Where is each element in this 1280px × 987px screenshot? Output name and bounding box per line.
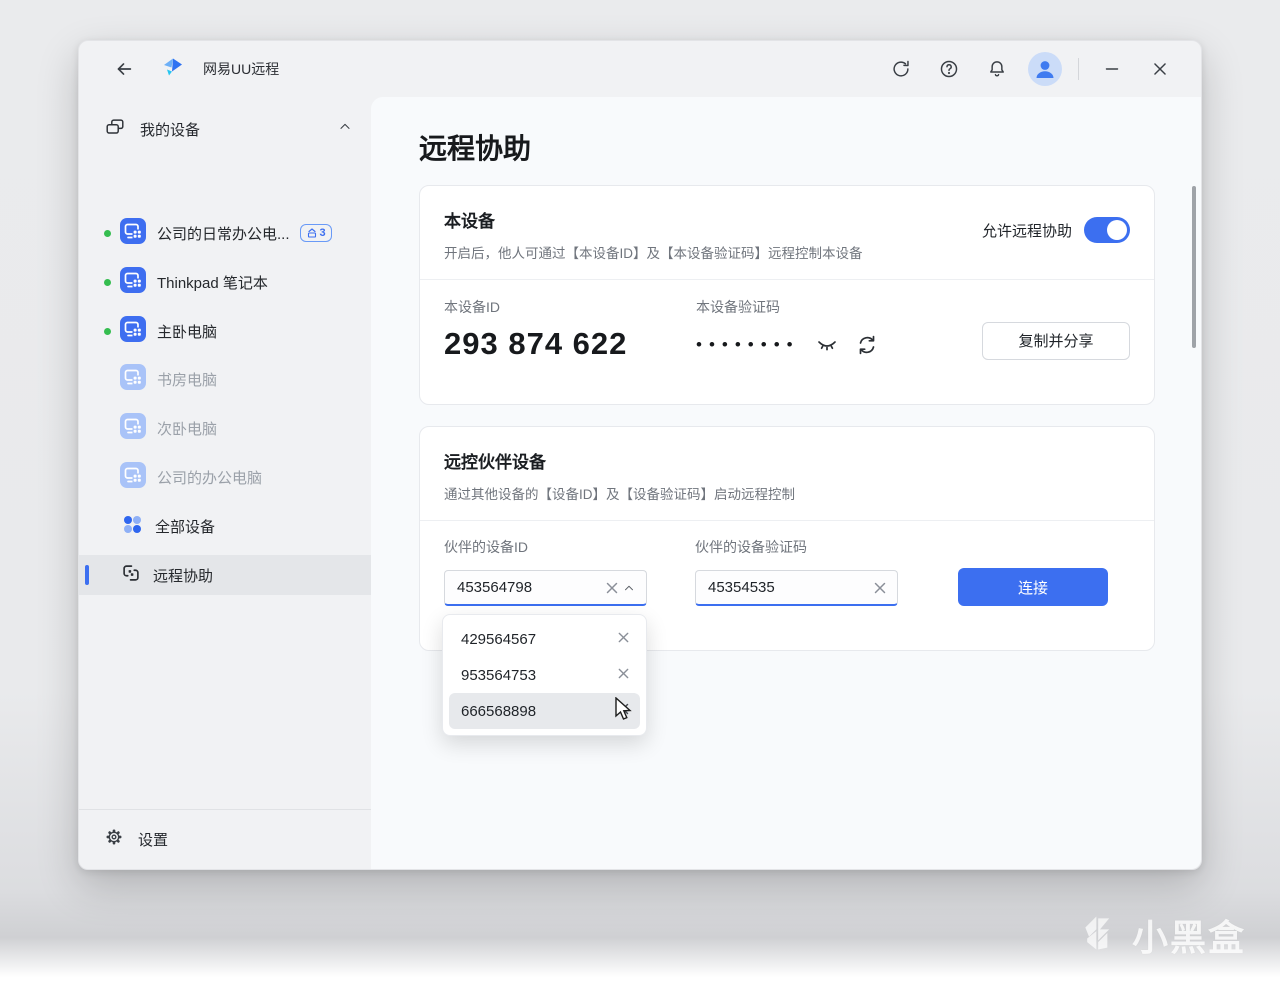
local-device-card: 本设备 开启后，他人可通过【本设备ID】及【本设备验证码】远程控制本设备 允许远… — [419, 185, 1155, 405]
sidebar: 我的设备 公司的日常办公电... 3 Thinkpad 笔记本 主卧电脑 书房电… — [79, 97, 371, 869]
history-item[interactable]: 429564567 — [449, 621, 640, 657]
local-device-description: 开启后，他人可通过【本设备ID】及【本设备验证码】远程控制本设备 — [444, 246, 863, 261]
device-icon — [120, 315, 146, 347]
gear-icon — [104, 827, 124, 852]
device-id-value: 293 874 622 — [444, 326, 628, 361]
all-devices-label: 全部设备 — [155, 518, 216, 536]
sidebar-device-item[interactable]: 主卧电脑 — [79, 311, 371, 351]
notifications-button[interactable] — [978, 52, 1016, 86]
device-name: 次卧电脑 — [157, 420, 218, 438]
sidebar-device-item[interactable]: 公司的日常办公电... 3 — [79, 213, 371, 253]
partner-id-label: 伙伴的设备ID — [444, 539, 528, 555]
mouse-cursor — [613, 696, 635, 728]
device-icon — [120, 363, 146, 395]
remove-history-icon[interactable] — [617, 631, 630, 648]
back-button[interactable] — [105, 52, 143, 86]
history-item[interactable]: 953564753 — [449, 657, 640, 693]
page-title: 远程协助 — [419, 133, 532, 164]
local-device-title: 本设备 — [444, 212, 495, 231]
device-name: 书房电脑 — [157, 371, 218, 389]
partner-code-input-wrap — [695, 570, 898, 606]
watermark-text: 小黑盒 — [1131, 917, 1246, 958]
spacer-dot — [104, 572, 111, 579]
partner-id-input[interactable] — [457, 579, 604, 596]
clear-code-icon[interactable] — [871, 578, 889, 598]
app-title: 网易UU远程 — [203, 61, 280, 77]
partner-code-label: 伙伴的设备验证码 — [695, 539, 807, 555]
regenerate-code-icon[interactable] — [854, 332, 880, 358]
device-name: 公司的日常办公电... — [157, 225, 290, 243]
refresh-button[interactable] — [882, 52, 920, 86]
offline-status-dot — [104, 425, 111, 432]
device-icon — [120, 217, 146, 249]
device-code-label: 本设备验证码 — [696, 299, 780, 315]
titlebar-separator — [1078, 58, 1079, 80]
partner-id-input-wrap — [444, 570, 647, 606]
device-icon — [120, 412, 146, 444]
sidebar-device-item[interactable]: 书房电脑 — [79, 359, 371, 399]
device-icon — [120, 266, 146, 298]
offline-status-dot — [104, 376, 111, 383]
minimize-button[interactable] — [1093, 52, 1131, 86]
help-button[interactable] — [930, 52, 968, 86]
device-name: 主卧电脑 — [157, 323, 218, 341]
device-name: 公司的办公电脑 — [157, 469, 263, 487]
sidebar-device-item[interactable]: 公司的办公电脑 — [79, 457, 371, 497]
app-window: 网易UU远程 我的设备 公司的日常办公电... 3 Thinkpad 笔记本 主… — [78, 40, 1202, 870]
spacer-dot — [104, 523, 111, 530]
offline-status-dot — [104, 474, 111, 481]
online-status-dot — [104, 229, 111, 237]
app-logo-icon — [161, 55, 185, 84]
sidebar-item-settings[interactable]: 设置 — [79, 809, 371, 869]
history-id: 953564753 — [461, 666, 537, 684]
history-id: 429564567 — [461, 630, 537, 648]
account-avatar[interactable] — [1026, 52, 1064, 86]
desktop-background: 小黑盒 网易UU远程 我的设备 公司的日常办公电... 3 Thinkpad 笔… — [0, 0, 1280, 987]
clear-id-icon[interactable] — [604, 578, 620, 598]
my-devices-label: 我的设备 — [140, 121, 201, 139]
toggle-knob — [1107, 220, 1127, 240]
partner-code-input[interactable] — [708, 579, 871, 596]
my-devices-icon — [104, 116, 126, 143]
copy-share-button[interactable]: 复制并分享 — [982, 321, 1130, 360]
allow-remote-assist-toggle[interactable] — [1084, 217, 1130, 243]
screen-count-badge: 3 — [299, 224, 332, 242]
sidebar-item-all-devices[interactable]: 全部设备 — [79, 506, 371, 546]
online-status-dot — [104, 278, 111, 286]
sidebar-item-remote-assist[interactable]: 远程协助 — [79, 555, 371, 595]
sidebar-device-item[interactable]: Thinkpad 笔记本 — [79, 262, 371, 302]
remote-assist-icon — [120, 562, 142, 589]
avatar-icon — [1028, 52, 1062, 86]
all-devices-icon — [120, 512, 144, 541]
remote-assist-label: 远程协助 — [153, 567, 214, 585]
chevron-up-icon[interactable] — [620, 578, 638, 598]
close-button[interactable] — [1141, 52, 1179, 86]
sidebar-device-item[interactable]: 次卧电脑 — [79, 408, 371, 448]
history-item-hovered[interactable]: 666568898 — [449, 693, 640, 729]
watermark: 小黑盒 — [1078, 909, 1246, 961]
allow-remote-assist-label: 允许远程协助 — [981, 222, 1072, 240]
eye-closed-icon[interactable] — [814, 332, 840, 358]
connect-button[interactable]: 连接 — [958, 568, 1108, 606]
remove-history-icon[interactable] — [617, 667, 630, 684]
device-id-label: 本设备ID — [444, 299, 500, 315]
settings-label: 设置 — [138, 832, 169, 849]
device-icon — [120, 461, 146, 493]
collapse-chevron-icon[interactable] — [337, 119, 353, 140]
screens-icon — [307, 228, 316, 238]
titlebar: 网易UU远程 — [79, 41, 1201, 97]
masked-code: •••••••• — [696, 335, 800, 354]
online-status-dot — [104, 327, 111, 335]
partner-card-description: 通过其他设备的【设备ID】及【设备验证码】启动远程控制 — [444, 487, 795, 502]
main-panel: 远程协助 本设备 开启后，他人可通过【本设备ID】及【本设备验证码】远程控制本设… — [371, 97, 1201, 869]
history-id: 666568898 — [461, 702, 537, 720]
sidebar-group-my-devices[interactable]: 我的设备 — [79, 109, 371, 149]
partner-card-title: 远控伙伴设备 — [444, 453, 546, 472]
xiaoheihe-logo-icon — [1078, 911, 1122, 960]
selected-indicator — [85, 565, 89, 585]
device-name: Thinkpad 笔记本 — [157, 274, 268, 292]
scrollbar[interactable] — [1192, 186, 1196, 348]
